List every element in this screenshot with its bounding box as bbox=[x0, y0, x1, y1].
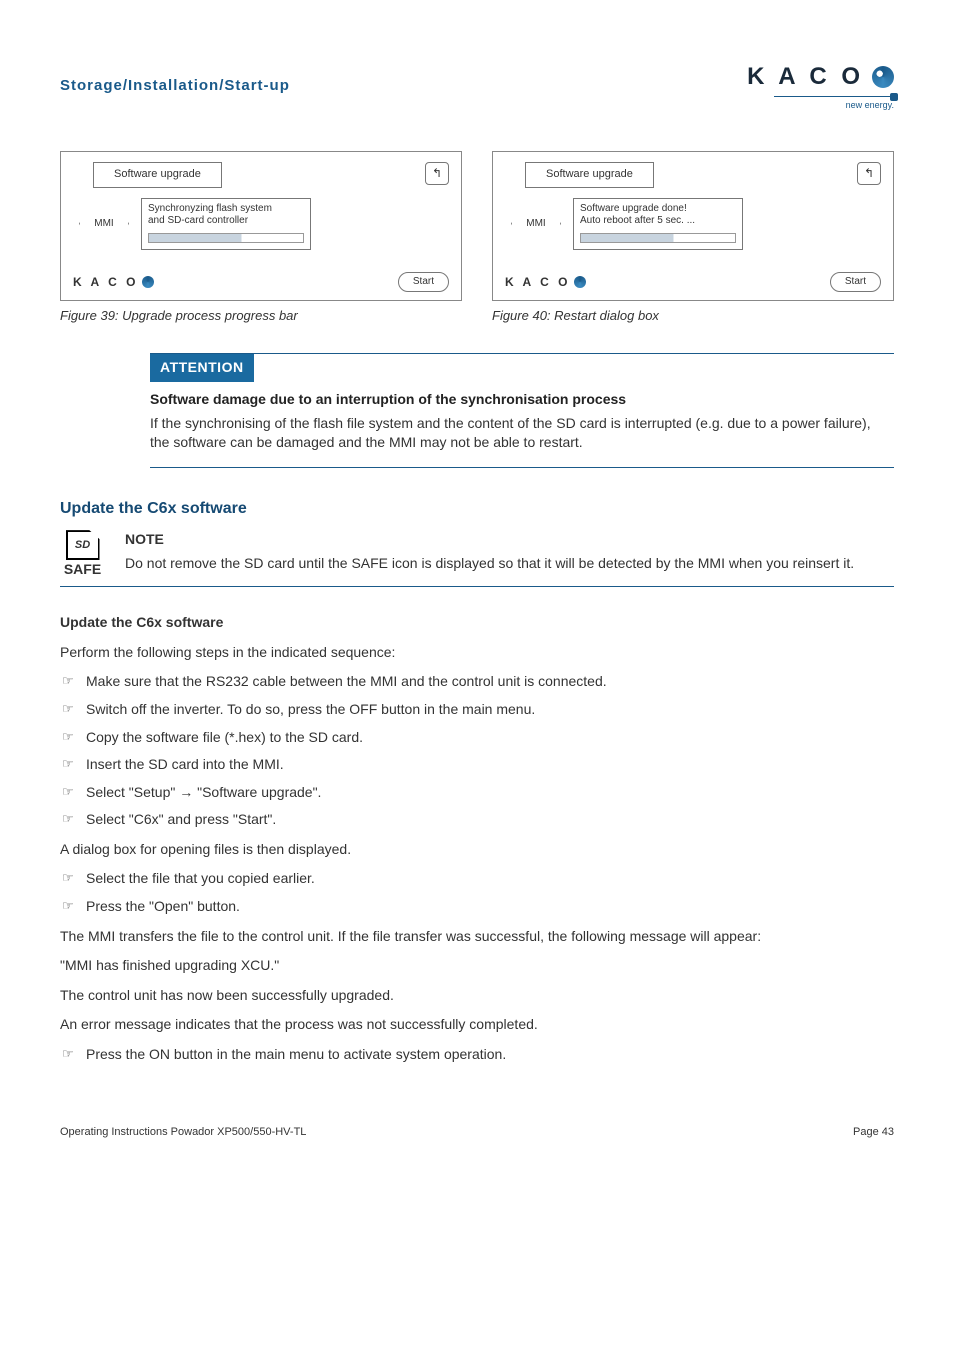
figure-39: Software upgrade ↰ MMI Synchronyzing fla… bbox=[60, 151, 462, 325]
back-button[interactable]: ↰ bbox=[425, 162, 449, 185]
list-item: Press the ON button in the main menu to … bbox=[60, 1045, 894, 1065]
status-line-2: Auto reboot after 5 sec. ... bbox=[580, 215, 736, 227]
dialog-title: Software upgrade bbox=[525, 162, 654, 187]
swirl-icon bbox=[872, 66, 894, 88]
list-item: Press the "Open" button. bbox=[60, 897, 894, 917]
note-text: Do not remove the SD card until the SAFE… bbox=[125, 554, 854, 574]
mmi-node: MMI bbox=[511, 201, 561, 247]
list-item: Insert the SD card into the MMI. bbox=[60, 755, 894, 775]
procedure-intro: Perform the following steps in the indic… bbox=[60, 643, 894, 663]
back-button[interactable]: ↰ bbox=[857, 162, 881, 185]
list-item: Select "Setup" → "Software upgrade". bbox=[60, 783, 894, 803]
attention-text: If the synchronising of the flash file s… bbox=[150, 414, 884, 453]
section-title: Update the C6x software bbox=[60, 498, 894, 520]
list-item: Copy the software file (*.hex) to the SD… bbox=[60, 728, 894, 748]
sd-safe-icon: SD SAFE bbox=[60, 530, 105, 576]
steps-list-b: Select the file that you copied earlier.… bbox=[60, 869, 894, 916]
progress-bar bbox=[148, 233, 304, 243]
list-item: Select the file that you copied earlier. bbox=[60, 869, 894, 889]
footer-logo-text: K A C O bbox=[73, 274, 138, 291]
procedure-mid4: An error message indicates that the proc… bbox=[60, 1015, 894, 1035]
attention-header: ATTENTION bbox=[150, 354, 254, 382]
footer-left: Operating Instructions Powador XP500/550… bbox=[60, 1125, 306, 1140]
swirl-icon bbox=[574, 276, 586, 288]
attention-block: ATTENTION Software damage due to an inte… bbox=[150, 353, 894, 467]
steps-list-a: Make sure that the RS232 cable between t… bbox=[60, 672, 894, 830]
page-footer: Operating Instructions Powador XP500/550… bbox=[60, 1125, 894, 1140]
list-item: Make sure that the RS232 cable between t… bbox=[60, 672, 894, 692]
screenshot-box-right: Software upgrade ↰ MMI Software upgrade … bbox=[492, 151, 894, 301]
breadcrumb: Storage/Installation/Start-up bbox=[60, 75, 290, 96]
footer-logo-text: K A C O bbox=[505, 274, 570, 291]
swirl-icon bbox=[142, 276, 154, 288]
attention-body: Software damage due to an interruption o… bbox=[150, 382, 894, 467]
status-message-box: Synchronyzing flash system and SD-card c… bbox=[141, 198, 311, 250]
start-button[interactable]: Start bbox=[398, 272, 449, 292]
figures-row: Software upgrade ↰ MMI Synchronyzing fla… bbox=[60, 151, 894, 325]
start-button[interactable]: Start bbox=[830, 272, 881, 292]
safe-label: SAFE bbox=[60, 562, 105, 576]
list-item: Select "C6x" and press "Start". bbox=[60, 810, 894, 830]
attention-title: Software damage due to an interruption o… bbox=[150, 390, 884, 410]
footer-right: Page 43 bbox=[853, 1125, 894, 1140]
procedure-mid2: The MMI transfers the file to the contro… bbox=[60, 927, 894, 947]
procedure-mid1: A dialog box for opening files is then d… bbox=[60, 840, 894, 860]
note-label: NOTE bbox=[125, 530, 854, 550]
status-line-1: Synchronyzing flash system bbox=[148, 203, 304, 215]
kaco-logo: K A C O bbox=[747, 60, 894, 94]
footer-logo-mini: K A C O bbox=[73, 274, 154, 291]
progress-bar bbox=[580, 233, 736, 243]
status-line-2: and SD-card controller bbox=[148, 215, 304, 227]
note-row: SD SAFE NOTE Do not remove the SD card u… bbox=[60, 530, 894, 587]
mmi-node: MMI bbox=[79, 201, 129, 247]
note-body: NOTE Do not remove the SD card until the… bbox=[125, 530, 854, 573]
page-header: Storage/Installation/Start-up K A C O ne… bbox=[60, 60, 894, 111]
figure-caption-40: Figure 40: Restart dialog box bbox=[492, 307, 894, 325]
status-message-box: Software upgrade done! Auto reboot after… bbox=[573, 198, 743, 250]
logo-rule bbox=[774, 96, 894, 97]
procedure-mid3: The control unit has now been successful… bbox=[60, 986, 894, 1006]
sd-card-icon: SD bbox=[66, 530, 100, 560]
steps-list-c: Press the ON button in the main menu to … bbox=[60, 1045, 894, 1065]
figure-caption-39: Figure 39: Upgrade process progress bar bbox=[60, 307, 462, 325]
list-item: Switch off the inverter. To do so, press… bbox=[60, 700, 894, 720]
status-line-1: Software upgrade done! bbox=[580, 203, 736, 215]
brand-logo: K A C O new energy. bbox=[747, 60, 894, 111]
procedure-quote: "MMI has finished upgrading XCU." bbox=[60, 956, 894, 976]
dialog-title: Software upgrade bbox=[93, 162, 222, 187]
kaco-logo-text: K A C O bbox=[747, 60, 864, 94]
logo-subtext: new energy. bbox=[747, 99, 894, 112]
footer-logo-mini: K A C O bbox=[505, 274, 586, 291]
procedure-title: Update the C6x software bbox=[60, 613, 894, 633]
figure-40: Software upgrade ↰ MMI Software upgrade … bbox=[492, 151, 894, 325]
screenshot-box-left: Software upgrade ↰ MMI Synchronyzing fla… bbox=[60, 151, 462, 301]
